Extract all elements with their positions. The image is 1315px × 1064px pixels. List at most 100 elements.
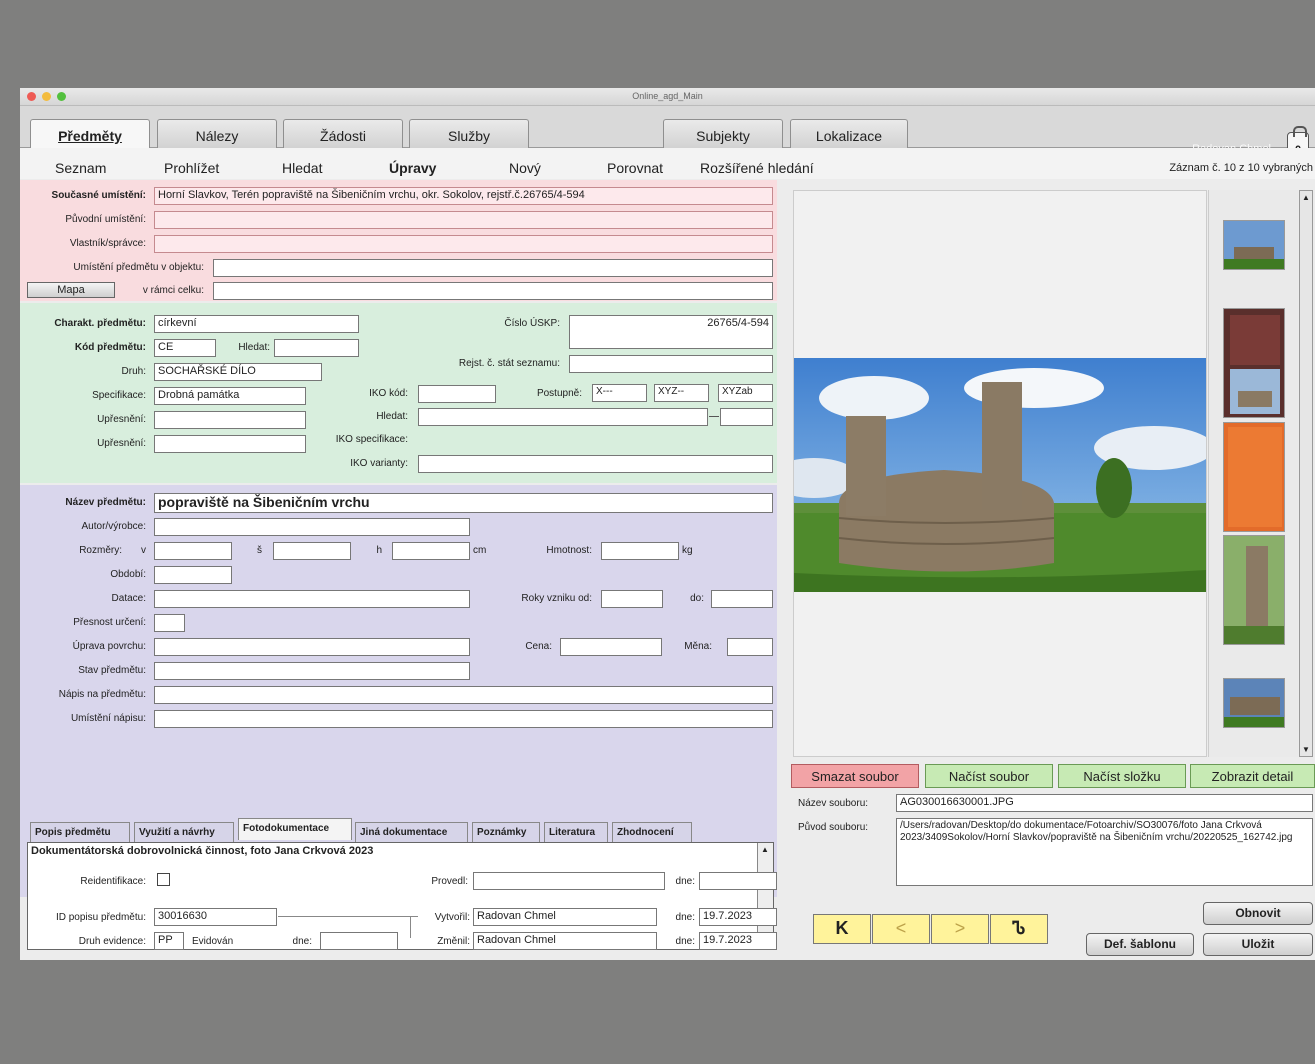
thumbnail-4[interactable] <box>1223 535 1285 645</box>
define-template-button[interactable]: Def. šablonu <box>1086 933 1194 956</box>
thumbnail-1[interactable] <box>1223 220 1285 270</box>
cena-field[interactable] <box>560 638 662 656</box>
reident-dne-field[interactable] <box>699 872 777 890</box>
file-origin-field[interactable]: /Users/radovan/Desktop/do dokumentace/Fo… <box>896 818 1313 886</box>
subnav-novy[interactable]: Nový <box>509 160 541 176</box>
in-object-field[interactable] <box>213 259 773 277</box>
tab-predmety[interactable]: Předměty <box>30 119 150 149</box>
uskp-field[interactable]: 26765/4-594 <box>569 315 773 349</box>
scroll-up-icon[interactable]: ▲ <box>1302 193 1310 202</box>
subnav-prohlizet[interactable]: Prohlížet <box>164 160 219 176</box>
presnost-field[interactable] <box>154 614 185 632</box>
zmenil-field[interactable]: Radovan Chmel <box>473 932 657 950</box>
kod-hledat-field[interactable] <box>274 339 359 357</box>
dim-h-field[interactable] <box>392 542 470 560</box>
postupne-field-3[interactable]: XYZab <box>718 384 773 402</box>
thumbnail-2[interactable] <box>1223 308 1285 418</box>
inner-tab-literatura[interactable]: Literatura <box>544 822 608 842</box>
inner-tab-popis[interactable]: Popis předmětu <box>30 822 130 842</box>
show-detail-button[interactable]: Zobrazit detail <box>1190 764 1315 788</box>
inner-tab-zhodnoceni[interactable]: Zhodnocení <box>612 822 692 842</box>
iko-hledat-extra-field[interactable] <box>720 408 773 426</box>
mena-field[interactable] <box>727 638 773 656</box>
load-file-button[interactable]: Načíst soubor <box>925 764 1053 788</box>
vytvoril-date-field[interactable]: 19.7.2023 <box>699 908 777 926</box>
tab-sluzby[interactable]: Služby <box>409 119 529 148</box>
id-field[interactable]: 30016630 <box>154 908 277 926</box>
reident-checkbox[interactable] <box>157 873 170 886</box>
kod-field[interactable]: CE <box>154 339 216 357</box>
iko-kod-field[interactable] <box>418 385 496 403</box>
load-folder-button[interactable]: Načíst složku <box>1058 764 1186 788</box>
uprava-field[interactable] <box>154 638 470 656</box>
subnav-rozsirene-hledani[interactable]: Rozšířené hledání <box>700 160 814 176</box>
inner-tab-jina-dokumentace[interactable]: Jiná dokumentace <box>355 822 468 842</box>
file-name-field[interactable]: AG030016630001.JPG <box>896 794 1313 812</box>
original-location-field[interactable] <box>154 211 773 229</box>
provedl-field[interactable] <box>473 872 665 890</box>
save-button[interactable]: Uložit <box>1203 933 1313 956</box>
upresneni-2-field[interactable] <box>154 435 306 453</box>
subnav-upravy[interactable]: Úpravy <box>389 160 436 176</box>
prev-record-button[interactable]: < <box>872 914 930 944</box>
reident-dne-label: dne: <box>675 876 695 887</box>
next-record-button[interactable]: > <box>931 914 989 944</box>
in-object-label: Umístění předmětu v objektu: <box>73 262 204 273</box>
roky-od-field[interactable] <box>601 590 663 608</box>
thumbnail-5[interactable] <box>1223 678 1285 728</box>
roky-do-field[interactable] <box>711 590 773 608</box>
subnav-hledat[interactable]: Hledat <box>282 160 322 176</box>
obdobi-field[interactable] <box>154 566 232 584</box>
inner-tab-fotodokumentace[interactable]: Fotodokumentace <box>238 818 352 840</box>
postupne-field-2[interactable]: XYZ-- <box>654 384 709 402</box>
subnav-seznam[interactable]: Seznam <box>55 160 106 176</box>
tab-subjekty[interactable]: Subjekty <box>663 119 783 148</box>
current-location-field[interactable]: Horní Slavkov, Terén popraviště na Šiben… <box>154 187 773 205</box>
inner-tab-vyuziti[interactable]: Využití a návrhy <box>134 822 234 842</box>
iko-var-field[interactable] <box>418 455 773 473</box>
autor-field[interactable] <box>154 518 470 536</box>
in-whole-field[interactable] <box>213 282 773 300</box>
vytvoril-field[interactable]: Radovan Chmel <box>473 908 657 926</box>
kod-label: Kód předmětu: <box>74 342 146 353</box>
owner-field[interactable] <box>154 235 773 253</box>
scroll-up-icon[interactable]: ▲ <box>761 845 769 854</box>
datace-field[interactable] <box>154 590 470 608</box>
in-whole-label: v rámci celku: <box>142 285 204 296</box>
inner-tab-poznamky[interactable]: Poznámky <box>472 822 540 842</box>
iko-spec-label: IKO specifikace: <box>335 434 408 445</box>
dim-v-field[interactable] <box>154 542 232 560</box>
nazev-field[interactable]: popraviště na Šibeničním vrchu <box>154 493 773 513</box>
hmotnost-field[interactable] <box>601 542 679 560</box>
photo-viewer[interactable] <box>793 190 1207 757</box>
kod-hledat-label: Hledat: <box>238 342 270 353</box>
thumbnail-scrollbar[interactable]: ▲ ▼ <box>1299 190 1313 757</box>
delete-file-button[interactable]: Smazat soubor <box>791 764 919 788</box>
druh-ev-dne-field[interactable] <box>320 932 398 950</box>
zmenil-date-field[interactable]: 19.7.2023 <box>699 932 777 950</box>
postupne-field-1[interactable]: X--- <box>592 384 647 402</box>
druh-field[interactable]: SOCHAŘSKÉ DÍLO <box>154 363 322 381</box>
subnav-porovnat[interactable]: Porovnat <box>607 160 663 176</box>
refresh-button[interactable]: Obnovit <box>1203 902 1313 925</box>
first-record-button[interactable]: K <box>813 914 871 944</box>
stav-field[interactable] <box>154 662 470 680</box>
scroll-down-icon[interactable]: ▼ <box>1302 745 1310 754</box>
tab-lokalizace[interactable]: Lokalizace <box>790 119 908 148</box>
druh-ev-label: Druh evidence: <box>78 936 146 947</box>
photo-doc-textarea[interactable]: Dokumentátorská dobrovolnická činnost, f… <box>27 842 774 950</box>
charakt-field[interactable]: církevní <box>154 315 359 333</box>
druh-ev-field[interactable]: PP <box>154 932 184 950</box>
umisteni-napisu-field[interactable] <box>154 710 773 728</box>
iko-hledat-field[interactable] <box>418 408 708 426</box>
tab-zadosti[interactable]: Žádosti <box>283 119 403 148</box>
upresneni-1-field[interactable] <box>154 411 306 429</box>
specifikace-field[interactable]: Drobná památka <box>154 387 306 405</box>
tab-nalezy[interactable]: Nálezy <box>157 119 277 148</box>
napis-field[interactable] <box>154 686 773 704</box>
thumbnail-3[interactable] <box>1223 422 1285 532</box>
dim-s-field[interactable] <box>273 542 351 560</box>
last-record-button[interactable]: Ꮦ <box>990 914 1048 944</box>
id-label: ID popisu předmětu: <box>55 912 146 923</box>
rejst-field[interactable] <box>569 355 773 373</box>
